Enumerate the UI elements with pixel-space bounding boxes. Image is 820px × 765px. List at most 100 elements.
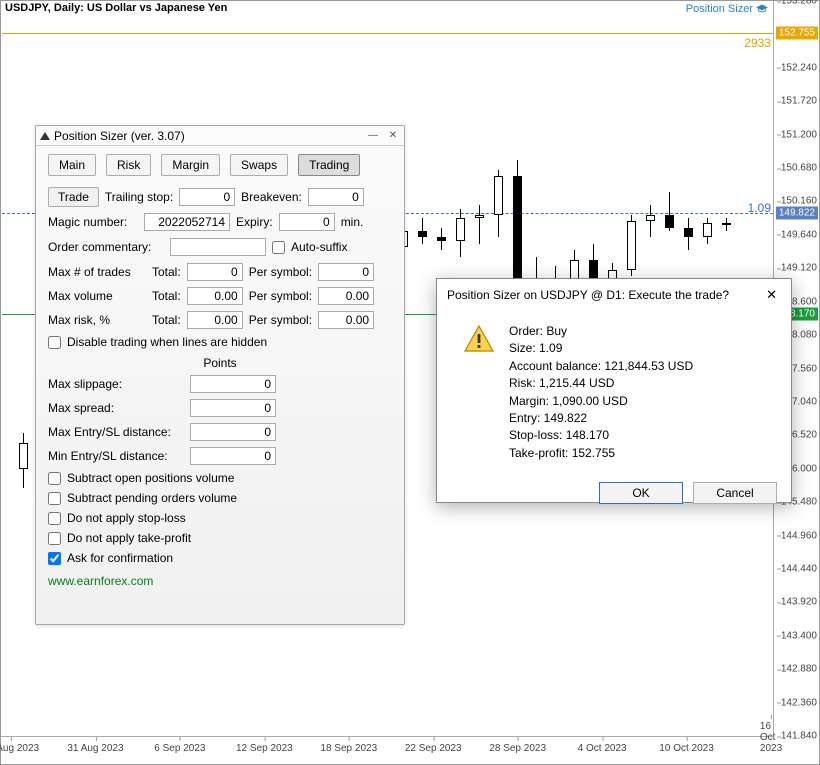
y-tick: 149.120	[781, 263, 817, 274]
tab-swaps[interactable]: Swaps	[230, 154, 288, 176]
x-tick: 18 Sep 2023	[320, 743, 377, 754]
expiry-label: Expiry:	[236, 215, 273, 229]
confirm-trade-dialog: Position Sizer on USDJPY @ D1: Execute t…	[436, 278, 792, 503]
panel-titlebar[interactable]: Position Sizer (ver. 3.07) — ✕	[36, 126, 404, 146]
y-tick: 151.720	[781, 96, 817, 107]
trailing-stop-input[interactable]	[179, 188, 235, 206]
auto-suffix-label: Auto-suffix	[291, 240, 347, 254]
expiry-unit: min.	[341, 215, 364, 229]
dialog-balance: Account balance: 121,844.53 USD	[509, 358, 693, 375]
dialog-tp: Take-profit: 152.755	[509, 445, 693, 462]
dialog-order: Order: Buy	[509, 323, 693, 340]
order-comm-label: Order commentary:	[48, 240, 164, 254]
candle	[418, 218, 427, 244]
min-entry-sl-input[interactable]	[190, 447, 276, 465]
x-tick: 10 Oct 2023	[659, 743, 713, 754]
x-tick: 16 Oct 2023	[760, 721, 782, 754]
tp-line-label: 2933	[744, 36, 771, 50]
max-risk-label: Max risk, %	[48, 313, 146, 327]
x-tick: 4 Oct 2023	[578, 743, 627, 754]
order-comm-input[interactable]	[170, 238, 266, 256]
max-slippage-input[interactable]	[190, 375, 276, 393]
y-tick: 144.440	[781, 563, 817, 574]
expiry-input[interactable]	[279, 213, 335, 231]
x-tick: 22 Sep 2023	[405, 743, 462, 754]
max-trades-label: Max # of trades	[48, 265, 146, 279]
y-tick: 143.920	[781, 597, 817, 608]
candle	[703, 218, 712, 244]
tp-price-tag: 152.755	[776, 27, 818, 40]
earnforex-link[interactable]: www.earnforex.com	[48, 568, 153, 588]
no-sl-checkbox[interactable]	[48, 512, 61, 525]
disable-trading-checkbox[interactable]	[48, 336, 61, 349]
total-label-3: Total:	[152, 313, 181, 327]
max-entry-sl-label: Max Entry/SL distance:	[48, 425, 184, 439]
entry-price-tag: 149.822	[776, 207, 818, 220]
total-label: Total:	[152, 265, 181, 279]
ok-button[interactable]: OK	[599, 482, 683, 504]
max-volume-ps-input[interactable]	[318, 287, 374, 305]
candle	[684, 218, 693, 250]
candle	[456, 209, 465, 257]
per-symbol-label-3: Per symbol:	[249, 313, 312, 327]
points-header: Points	[48, 352, 392, 372]
tab-margin[interactable]: Margin	[161, 154, 220, 176]
graduation-cap-icon	[755, 3, 769, 13]
cancel-button[interactable]: Cancel	[693, 482, 777, 504]
x-tick: 28 Sep 2023	[489, 743, 546, 754]
y-tick: 151.200	[781, 129, 817, 140]
breakeven-label: Breakeven:	[241, 190, 302, 204]
subtract-open-label: Subtract open positions volume	[67, 471, 234, 485]
subtract-open-checkbox[interactable]	[48, 472, 61, 485]
candle	[627, 215, 636, 276]
per-symbol-label: Per symbol:	[249, 265, 312, 279]
magic-input[interactable]	[144, 213, 230, 231]
subtract-pending-checkbox[interactable]	[48, 492, 61, 505]
subtract-pending-label: Subtract pending orders volume	[67, 491, 237, 505]
dialog-sl: Stop-loss: 148.170	[509, 427, 693, 444]
x-tick: 12 Sep 2023	[236, 743, 293, 754]
entry-line-label: 1.09	[748, 201, 771, 215]
candle	[475, 205, 484, 244]
x-tick: 31 Aug 2023	[67, 743, 123, 754]
dialog-size: Size: 1.09	[509, 340, 693, 357]
max-spread-input[interactable]	[190, 399, 276, 417]
no-tp-checkbox[interactable]	[48, 532, 61, 545]
trailing-stop-label: Trailing stop:	[105, 190, 173, 204]
chart-title: USDJPY, Daily: US Dollar vs Japanese Yen	[5, 2, 227, 14]
position-sizer-panel[interactable]: Position Sizer (ver. 3.07) — ✕ Main Risk…	[35, 125, 405, 625]
warning-icon	[463, 323, 495, 355]
max-trades-ps-input[interactable]	[318, 263, 374, 281]
y-tick: 149.640	[781, 229, 817, 240]
max-entry-sl-input[interactable]	[190, 423, 276, 441]
tp-line[interactable]	[2, 33, 773, 34]
candle	[437, 228, 446, 250]
y-tick: 141.840	[781, 731, 817, 742]
close-button[interactable]: ✕	[386, 130, 400, 142]
tab-trading[interactable]: Trading	[298, 154, 360, 176]
magic-label: Magic number:	[48, 215, 138, 229]
max-volume-total-input[interactable]	[187, 287, 243, 305]
max-volume-label: Max volume	[48, 289, 146, 303]
panel-title: Position Sizer (ver. 3.07)	[54, 126, 185, 146]
y-tick: 142.880	[781, 664, 817, 675]
max-risk-total-input[interactable]	[187, 311, 243, 329]
max-trades-total-input[interactable]	[187, 263, 243, 281]
y-tick: 150.160	[781, 196, 817, 207]
max-risk-ps-input[interactable]	[318, 311, 374, 329]
trade-button[interactable]: Trade	[48, 187, 99, 207]
tab-main[interactable]: Main	[48, 154, 96, 176]
breakeven-input[interactable]	[308, 188, 364, 206]
ask-confirm-checkbox[interactable]	[48, 552, 61, 565]
per-symbol-label-2: Per symbol:	[249, 289, 312, 303]
min-entry-sl-label: Min Entry/SL distance:	[48, 449, 184, 463]
y-tick: 142.360	[781, 697, 817, 708]
no-tp-label: Do not apply take-profit	[67, 531, 191, 545]
minimize-button[interactable]: —	[366, 130, 380, 142]
auto-suffix-checkbox[interactable]	[272, 241, 285, 254]
dialog-close-icon[interactable]: ✕	[760, 285, 783, 305]
candle	[722, 218, 731, 231]
y-tick: 144.960	[781, 530, 817, 541]
disable-trading-label: Disable trading when lines are hidden	[67, 335, 267, 349]
tab-risk[interactable]: Risk	[106, 154, 151, 176]
